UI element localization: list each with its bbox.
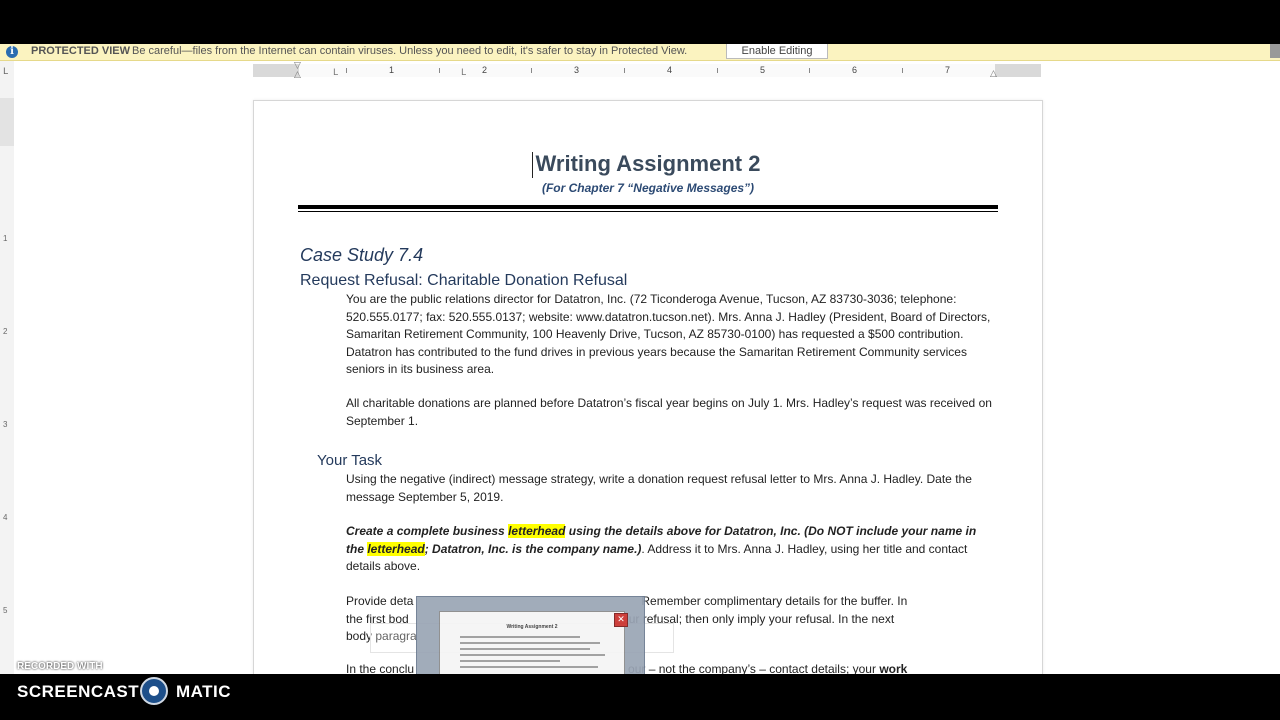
video-top-letterbox [0, 0, 1280, 44]
right-indent-icon[interactable]: △ [990, 69, 997, 79]
highlighted-word: letterhead [367, 541, 425, 556]
thumbnail-line [460, 636, 580, 638]
instruction-text: ; Datatron, Inc. is the company name.) [424, 541, 642, 556]
enable-editing-button[interactable]: Enable Editing [726, 44, 828, 59]
line-start: Provide deta [346, 594, 414, 608]
thumbnail-line [460, 654, 605, 656]
vruler-number: 5 [3, 606, 8, 615]
thumbnail-title: Writing Assignment 2 [506, 624, 558, 630]
vruler-number: 4 [3, 513, 8, 522]
document-workspace: L 1 2 3 4 5 ▽ △ L L △ 1 2 3 4 5 6 7 Writ… [0, 61, 1280, 674]
ruler-tick [624, 68, 625, 73]
ruler-tick [439, 68, 440, 73]
ruler-tick [717, 68, 718, 73]
preview-thumbnail: Writing Assignment 2 [439, 611, 625, 679]
document-title: Writing Assignment 2 [535, 151, 761, 176]
thumbnail-line [460, 660, 560, 662]
close-icon[interactable]: ✕ [614, 613, 628, 627]
tab-selector-icon[interactable]: L [3, 67, 8, 77]
ruler-number: 4 [667, 65, 673, 75]
highlighted-word: letterhead [508, 524, 566, 538]
task-paragraph: Using the negative (indirect) message st… [346, 472, 972, 504]
horizontal-ruler: ▽ △ L L △ 1 2 3 4 5 6 7 [253, 61, 1041, 80]
right-margin-shade [995, 64, 1041, 77]
line-start: In the conclu [346, 662, 415, 674]
text-cursor [532, 152, 533, 178]
ruler-number: 1 [389, 65, 395, 75]
thumbnail-line [460, 642, 600, 644]
ruler-tick [809, 68, 810, 73]
title-rule-thin [298, 211, 998, 212]
scenario-paragraph: You are the public relations director fo… [346, 292, 991, 376]
ruler-number: 3 [574, 65, 580, 75]
request-refusal-heading: Request Refusal: Charitable Donation Ref… [300, 272, 628, 289]
donations-paragraph: All charitable donations are planned bef… [346, 396, 992, 428]
protected-view-bar: i PROTECTED VIEW Be careful—files from t… [0, 44, 1280, 61]
document-subtitle: (For Chapter 7 “Negative Messages”) [541, 181, 755, 195]
letterhead-instructions: Create a complete business letterhead us… [346, 523, 996, 576]
matic-logo-text: MATIC [176, 682, 232, 701]
ruler-number: 7 [945, 65, 951, 75]
your-task-heading: Your Task [317, 452, 383, 469]
title-rule-thick [298, 205, 998, 209]
ruler-number: 2 [482, 65, 488, 75]
vruler-number: 2 [3, 327, 8, 336]
thumbnail-line [460, 666, 598, 668]
ruler-number: 6 [852, 65, 858, 75]
thumbnail-line [460, 648, 590, 650]
recorded-with-label: RECORDED WITH [17, 661, 103, 672]
ruler-number: 5 [760, 65, 766, 75]
record-icon [140, 677, 168, 705]
vruler-number: 1 [3, 234, 8, 243]
vruler-number: 3 [3, 420, 8, 429]
case-study-heading: Case Study 7.4 [300, 245, 424, 265]
vertical-ruler: L 1 2 3 4 5 [0, 61, 14, 674]
line-end: our – not the company’s – contact detail… [628, 662, 880, 674]
ruler-tick [346, 68, 347, 73]
protected-view-message: Be careful—files from the Internet can c… [132, 45, 688, 57]
document-page[interactable]: Writing Assignment 2 (For Chapter 7 “Neg… [253, 100, 1043, 674]
tab-stop-icon[interactable]: L [333, 68, 338, 78]
recorder-preview-window[interactable]: Writing Assignment 2 ✕ [416, 596, 645, 679]
ruler-tick [531, 68, 532, 73]
left-margin-shade [253, 64, 299, 77]
info-icon: i [6, 46, 18, 58]
line-end: Remember complimentary details for the b… [641, 594, 908, 608]
vertical-ruler-margin [0, 98, 14, 146]
ruler-tick [902, 68, 903, 73]
record-dot [149, 686, 159, 696]
scrollbar-thumb[interactable] [1270, 44, 1280, 58]
screencast-logo-text: SCREENCAST [17, 682, 140, 701]
tab-stop-icon[interactable]: L [461, 68, 466, 78]
bold-word: work [879, 662, 908, 674]
protected-view-label: PROTECTED VIEW [31, 45, 131, 57]
hanging-indent-icon[interactable]: △ [294, 70, 301, 80]
instruction-text: Create a complete business [346, 524, 509, 538]
